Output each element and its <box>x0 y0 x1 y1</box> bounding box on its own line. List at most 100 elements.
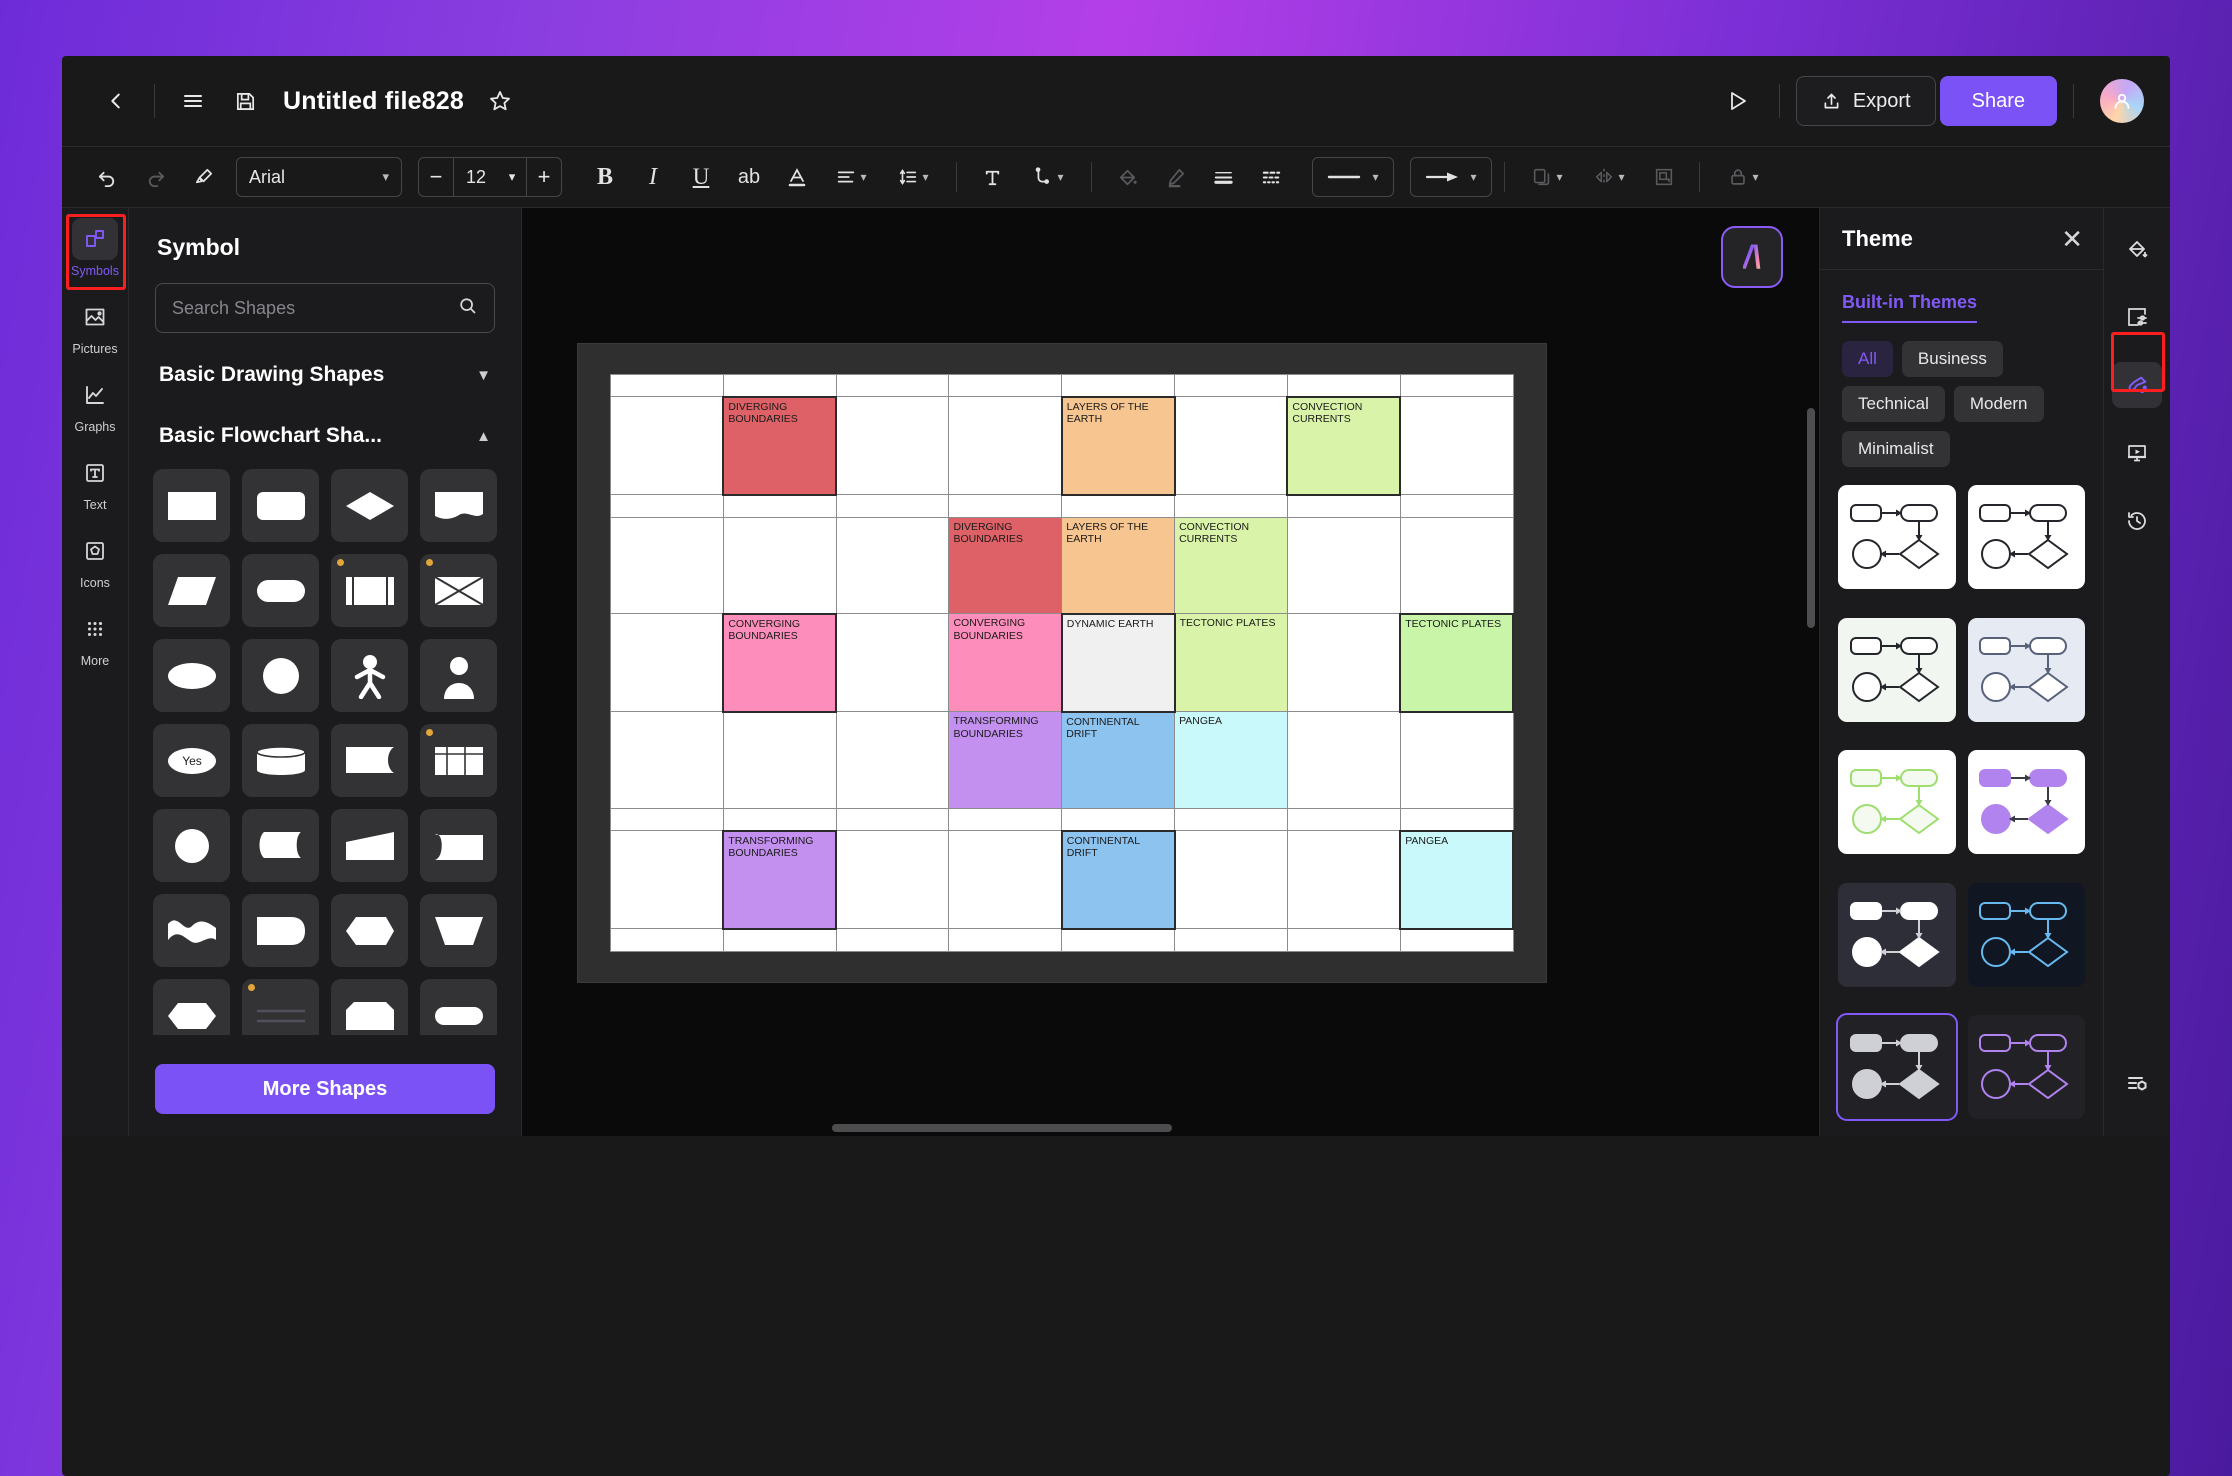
diagram-cell-filled[interactable]: PANGEA <box>1174 711 1288 809</box>
tab-built-in-themes[interactable]: Built-in Themes <box>1842 292 1978 323</box>
diagram-cell-empty[interactable] <box>1174 396 1288 496</box>
shape-pill-terminator[interactable] <box>420 979 497 1035</box>
shape-stadium[interactable] <box>242 554 319 627</box>
diagram-cell-empty[interactable] <box>948 830 1063 930</box>
sidebar-item-text[interactable]: Text <box>64 452 126 512</box>
diagram-cell-empty[interactable] <box>948 396 1063 496</box>
diagram-cell-empty[interactable] <box>1286 494 1401 518</box>
duplicate-layer-icon[interactable]: ▾ <box>1517 155 1577 199</box>
page-setup-icon[interactable] <box>2112 294 2162 340</box>
theme-soft-blue-bg[interactable] <box>1967 617 2085 722</box>
theme-arrow-black[interactable] <box>1967 485 2085 589</box>
diagram-cell-empty[interactable] <box>722 928 837 952</box>
font-size-decrease[interactable]: − <box>419 158 453 196</box>
shape-hexagon-preparation[interactable] <box>331 894 408 967</box>
diagram-cell-filled[interactable]: TECTONIC PLATES <box>1174 613 1288 713</box>
line-type-dropdown-icon[interactable]: ▾ <box>1312 157 1394 197</box>
diagram-cell-empty[interactable] <box>948 928 1063 952</box>
diagram-cell-empty[interactable] <box>835 396 950 496</box>
diagram-cell-empty[interactable] <box>1174 928 1288 952</box>
shape-ellipse[interactable] <box>153 639 230 712</box>
user-avatar-icon[interactable] <box>2100 79 2144 123</box>
canvas-horizontal-scrollbar[interactable] <box>522 1124 1819 1132</box>
play-present-icon[interactable] <box>1711 75 1763 127</box>
crop-frame-icon[interactable] <box>1641 155 1687 199</box>
diagram-cell-filled[interactable]: LAYERS OF THE EARTH <box>1060 395 1176 496</box>
diagram-cell-empty[interactable] <box>1286 807 1401 832</box>
shape-decision-yes[interactable]: Yes <box>153 724 230 797</box>
diagram-cell-empty[interactable] <box>1286 830 1401 930</box>
section-basic-flowchart-shapes[interactable]: Basic Flowchart Sha... ▲ <box>129 407 521 465</box>
shape-tape-data[interactable] <box>331 724 408 797</box>
diagram-cell-empty[interactable] <box>948 494 1063 518</box>
theme-dark-grey[interactable] <box>1838 882 1956 987</box>
underline-button[interactable]: U <box>678 155 724 199</box>
shape-circle[interactable] <box>242 639 319 712</box>
share-button[interactable]: Share <box>1939 76 2057 126</box>
section-basic-drawing-shapes[interactable]: Basic Drawing Shapes ▼ <box>129 343 521 407</box>
format-painter-icon[interactable] <box>180 155 226 199</box>
bold-button[interactable]: B <box>582 155 628 199</box>
text-box-icon[interactable] <box>969 155 1015 199</box>
sidebar-item-graphs[interactable]: Graphs <box>64 374 126 434</box>
search-icon[interactable] <box>457 295 478 321</box>
filter-chip-technical[interactable]: Technical <box>1842 386 1945 422</box>
diagram-cell-filled[interactable]: TRANSFORMING BOUNDARIES <box>722 829 838 930</box>
theme-dark-selected[interactable] <box>1836 1013 1958 1122</box>
shape-cut-corner-rect[interactable] <box>331 979 408 1035</box>
text-align-icon[interactable]: ▾ <box>822 155 880 199</box>
diagram-cell-empty[interactable] <box>1399 373 1514 398</box>
shape-wave-flag[interactable] <box>153 894 230 967</box>
filter-chip-modern[interactable]: Modern <box>1953 386 2044 422</box>
pen-icon[interactable] <box>1152 155 1198 199</box>
hamburger-menu-icon[interactable] <box>167 75 219 127</box>
star-favorite-icon[interactable] <box>474 75 526 127</box>
shape-cylinder-database[interactable] <box>242 724 319 797</box>
diagram-cell-filled[interactable]: CONTINENTAL DRIFT <box>1061 711 1176 809</box>
shape-lined-note[interactable] <box>242 979 319 1035</box>
diagram-cell-empty[interactable] <box>722 373 837 398</box>
diagram-cell-empty[interactable] <box>1286 516 1401 615</box>
diagram-cell-empty[interactable] <box>610 613 724 713</box>
theme-dark-navy-blue[interactable] <box>1967 882 2085 987</box>
undo-icon[interactable] <box>84 155 130 199</box>
diagram-sheet[interactable]: DIVERGING BOUNDARIES LAYERS OF THE EARTH C… <box>610 373 1514 952</box>
redo-icon[interactable] <box>132 155 178 199</box>
diagram-cell-empty[interactable] <box>835 807 950 832</box>
diagram-cell-empty[interactable] <box>610 494 724 518</box>
shape-predefined-process[interactable] <box>331 554 408 627</box>
shape-direct-access-storage[interactable] <box>242 809 319 882</box>
shape-hexagon[interactable] <box>153 979 230 1035</box>
diagram-cell-empty[interactable] <box>1174 494 1288 518</box>
shape-table-grid[interactable] <box>420 724 497 797</box>
shape-parallelogram[interactable] <box>153 554 230 627</box>
diagram-cell-empty[interactable] <box>1399 711 1514 809</box>
diagram-cell-empty[interactable] <box>1061 373 1176 398</box>
diagram-cell-filled[interactable]: DYNAMIC EARTH <box>1060 612 1176 713</box>
diagram-cell-filled[interactable]: CONVECTION CURRENTS <box>1174 516 1288 615</box>
shape-internal-storage[interactable] <box>420 554 497 627</box>
font-size-stepper[interactable]: − 12 ▾ + <box>418 157 562 197</box>
filter-chip-minimalist[interactable]: Minimalist <box>1842 431 1950 467</box>
diagram-cell-empty[interactable] <box>610 807 724 832</box>
diagram-cell-empty[interactable] <box>1399 928 1514 952</box>
diagram-cell-empty[interactable] <box>835 516 950 615</box>
floppy-save-icon[interactable] <box>219 75 271 127</box>
diagram-cell-empty[interactable] <box>1399 807 1514 832</box>
search-shapes-box[interactable] <box>155 283 495 333</box>
line-style-icon[interactable] <box>1248 155 1294 199</box>
canvas-vertical-scrollbar[interactable] <box>1807 408 1815 628</box>
shape-inverted-trapezoid[interactable] <box>420 894 497 967</box>
diagram-cell-empty[interactable] <box>610 711 724 809</box>
presentation-icon[interactable] <box>2112 430 2162 476</box>
font-size-chevron-down-icon[interactable]: ▾ <box>498 169 526 185</box>
shape-trapezoid-wedge[interactable] <box>331 809 408 882</box>
lock-icon[interactable]: ▾ <box>1712 155 1774 199</box>
diagram-cell-filled[interactable]: DIVERGING BOUNDARIES <box>948 516 1063 615</box>
diagram-cell-empty[interactable] <box>1399 516 1514 615</box>
shape-cone-shape[interactable] <box>420 809 497 882</box>
more-shapes-button[interactable]: More Shapes <box>155 1064 495 1114</box>
diagram-cell-empty[interactable] <box>1286 928 1401 952</box>
theme-paint-icon[interactable] <box>2112 362 2162 408</box>
diagram-cell-empty[interactable] <box>1399 494 1514 518</box>
